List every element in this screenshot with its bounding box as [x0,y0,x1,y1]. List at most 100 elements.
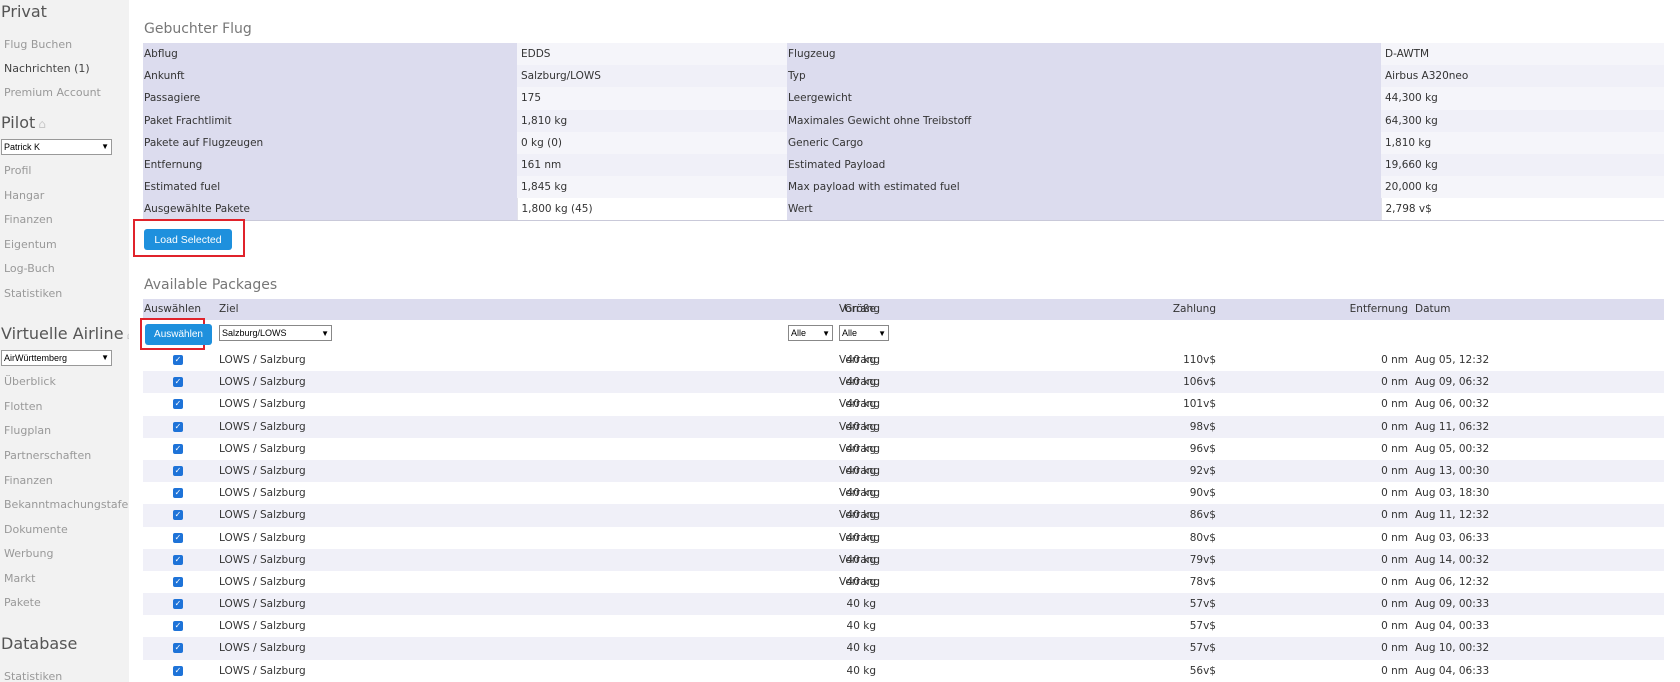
package-distance: 0 nm [1381,575,1408,588]
header-date: Datum [1415,303,1451,315]
sidebar-item-nachrichten[interactable]: Nachrichten (1) [4,62,90,75]
home-icon[interactable]: ⌂ [38,117,46,131]
airline-select[interactable]: AirWürttemberg ▼ [1,350,112,366]
home-icon[interactable]: ⌂ [127,328,129,342]
flight-value: 19,660 kg [1381,153,1664,177]
package-row[interactable]: ✓ LOWS / Salzburg 40 kg 57v$ 0 nm Aug 10, 00:… [143,637,1664,660]
sidebar-item-premium-account[interactable]: Premium Account [4,86,101,99]
checkbox-checked-icon[interactable]: ✓ [173,510,183,521]
package-date: Aug 10, 00:32 [1415,642,1490,655]
chevron-down-icon: ▼ [878,328,886,338]
package-date: Aug 11, 06:32 [1415,420,1490,433]
checkbox-checked-icon[interactable]: ✓ [173,465,183,476]
airline-select-value: AirWürttemberg [4,353,68,363]
package-row[interactable]: ✓ LOWS / Salzburg 40 kg 56v$ 0 nm Aug 04, 06:… [143,660,1664,682]
size-filter-select[interactable]: Alle ▼ [788,325,833,341]
header-payment: Zahlung [1172,303,1216,315]
sidebar-item-bekanntmachungstafel[interactable]: Bekanntmachungstafel [4,498,129,511]
package-row[interactable]: ✓ LOWS / Salzburg 40 kg Vorrang 90v$ 0 nm Aug … [143,482,1664,504]
flight-label: Estimated fuel [143,176,517,199]
package-priority: Vorrang [839,487,880,500]
flight-label: Typ [787,65,1381,88]
auswaehlen-button[interactable]: Auswählen [145,324,212,345]
sidebar-item-partnerschaften[interactable]: Partnerschaften [4,449,91,462]
sidebar-item-finanzen[interactable]: Finanzen [4,213,53,226]
sidebar-item-ueberblick[interactable]: Überblick [4,375,56,388]
packages-header-row: Auswählen Ziel Größe Vorrang Zahlung Ent… [143,299,1664,320]
checkbox-checked-icon[interactable]: ✓ [173,532,183,543]
flight-value: 20,000 kg [1381,176,1664,199]
package-priority: Vorrang [839,398,880,411]
package-priority: Vorrang [839,376,880,389]
package-row[interactable]: ✓ LOWS / Salzburg 40 kg Vorrang 106v$ 0 nm Aug… [143,371,1664,394]
checkbox-checked-icon[interactable]: ✓ [173,576,183,587]
package-distance: 0 nm [1381,531,1408,544]
package-payment: 101v$ [1183,398,1216,411]
flight-value: 1,800 kg (45) [516,198,787,222]
package-date: Aug 09, 00:33 [1415,598,1490,611]
flight-value: 64,300 kg [1381,109,1664,132]
package-dest: LOWS / Salzburg [219,487,306,500]
flight-info-row: Entfernung 161 nm Estimated Payload 19,660 … [143,153,1664,177]
sidebar-item-pakete[interactable]: Pakete [4,596,41,609]
package-size: 40 kg [846,598,876,611]
dest-filter-value: Salzburg/LOWS [222,328,287,338]
sidebar-item-dokumente[interactable]: Dokumente [4,523,68,536]
sidebar-item-flotten[interactable]: Flotten [4,400,42,413]
package-row[interactable]: ✓ LOWS / Salzburg 40 kg Vorrang 80v$ 0 nm Aug … [143,527,1664,549]
package-row[interactable]: ✓ LOWS / Salzburg 40 kg Vorrang 96v$ 0 nm Aug … [143,438,1664,460]
checkbox-checked-icon[interactable]: ✓ [173,643,183,654]
checkbox-checked-icon[interactable]: ✓ [173,355,183,365]
sidebar-item-profil[interactable]: Profil [4,164,31,177]
sidebar-item-db-statistiken[interactable]: Statistiken [4,670,62,682]
checkbox-checked-icon[interactable]: ✓ [173,621,183,632]
package-row[interactable]: ✓ LOWS / Salzburg 40 kg Vorrang 78v$ 0 nm Aug … [143,571,1664,593]
checkbox-checked-icon[interactable]: ✓ [173,599,183,610]
package-row[interactable]: ✓ LOWS / Salzburg 40 kg Vorrang 79v$ 0 nm Aug … [143,548,1664,571]
package-distance: 0 nm [1381,487,1408,500]
sidebar-item-hangar[interactable]: Hangar [4,189,44,202]
package-row[interactable]: ✓ LOWS / Salzburg 40 kg Vorrang 101v$ 0 nm Aug… [143,393,1664,415]
sidebar-item-flug-buchen[interactable]: Flug Buchen [4,38,72,51]
package-row[interactable]: ✓ LOWS / Salzburg 40 kg 57v$ 0 nm Aug 04, 00:… [143,615,1664,637]
sidebar-item-statistiken[interactable]: Statistiken [4,287,62,300]
package-row[interactable]: ✓ LOWS / Salzburg 40 kg Vorrang 86v$ 0 nm Aug … [143,504,1664,527]
package-distance: 0 nm [1381,376,1408,389]
size-filter-value: Alle [791,328,807,338]
sidebar-item-log-buch[interactable]: Log-Buch [4,262,55,275]
chevron-down-icon: ▼ [101,142,109,151]
package-row[interactable]: ✓ LOWS / Salzburg 40 kg Vorrang 110v$ 0 nm Aug… [143,349,1664,371]
sidebar-item-werbung[interactable]: Werbung [4,547,53,560]
checkbox-checked-icon[interactable]: ✓ [173,488,183,499]
checkbox-checked-icon[interactable]: ✓ [173,665,183,676]
priority-filter-select[interactable]: Alle ▼ [839,325,889,341]
flight-value: 1,810 kg [517,109,787,132]
header-dest: Ziel [219,303,239,315]
checkbox-checked-icon[interactable]: ✓ [173,377,183,388]
flight-label: Entfernung [143,153,517,177]
sidebar-item-airline-finanzen[interactable]: Finanzen [4,474,53,487]
load-selected-button[interactable]: Load Selected [144,229,232,250]
flight-label: Paket Frachtlimit [143,109,517,132]
sidebar-item-flugplan[interactable]: Flugplan [4,424,51,437]
checkbox-checked-icon[interactable]: ✓ [173,399,183,410]
packages-filter-row: Salzburg/LOWS ▼ Alle ▼ Alle ▼ [143,320,1664,348]
sidebar-item-markt[interactable]: Markt [4,572,35,585]
package-dest: LOWS / Salzburg [219,575,306,588]
dest-filter-select[interactable]: Salzburg/LOWS ▼ [219,325,332,341]
checkbox-checked-icon[interactable]: ✓ [173,421,183,432]
checkbox-checked-icon[interactable]: ✓ [173,554,183,565]
package-dest: LOWS / Salzburg [219,464,306,477]
checkbox-checked-icon[interactable]: ✓ [173,443,183,454]
flight-value: 2,798 v$ [1380,198,1664,222]
pilot-select[interactable]: Patrick K ▼ [1,139,112,155]
package-size: 40 kg [846,642,876,655]
sidebar-item-eigentum[interactable]: Eigentum [4,238,57,251]
priority-filter-value: Alle [842,328,858,338]
package-priority: Vorrang [839,442,880,455]
package-distance: 0 nm [1381,354,1408,366]
package-row[interactable]: ✓ LOWS / Salzburg 40 kg Vorrang 98v$ 0 nm Aug … [143,415,1664,438]
package-date: Aug 11, 12:32 [1415,509,1490,522]
package-row[interactable]: ✓ LOWS / Salzburg 40 kg Vorrang 92v$ 0 nm Aug … [143,459,1664,483]
package-row[interactable]: ✓ LOWS / Salzburg 40 kg 57v$ 0 nm Aug 09, 00:… [143,593,1664,616]
